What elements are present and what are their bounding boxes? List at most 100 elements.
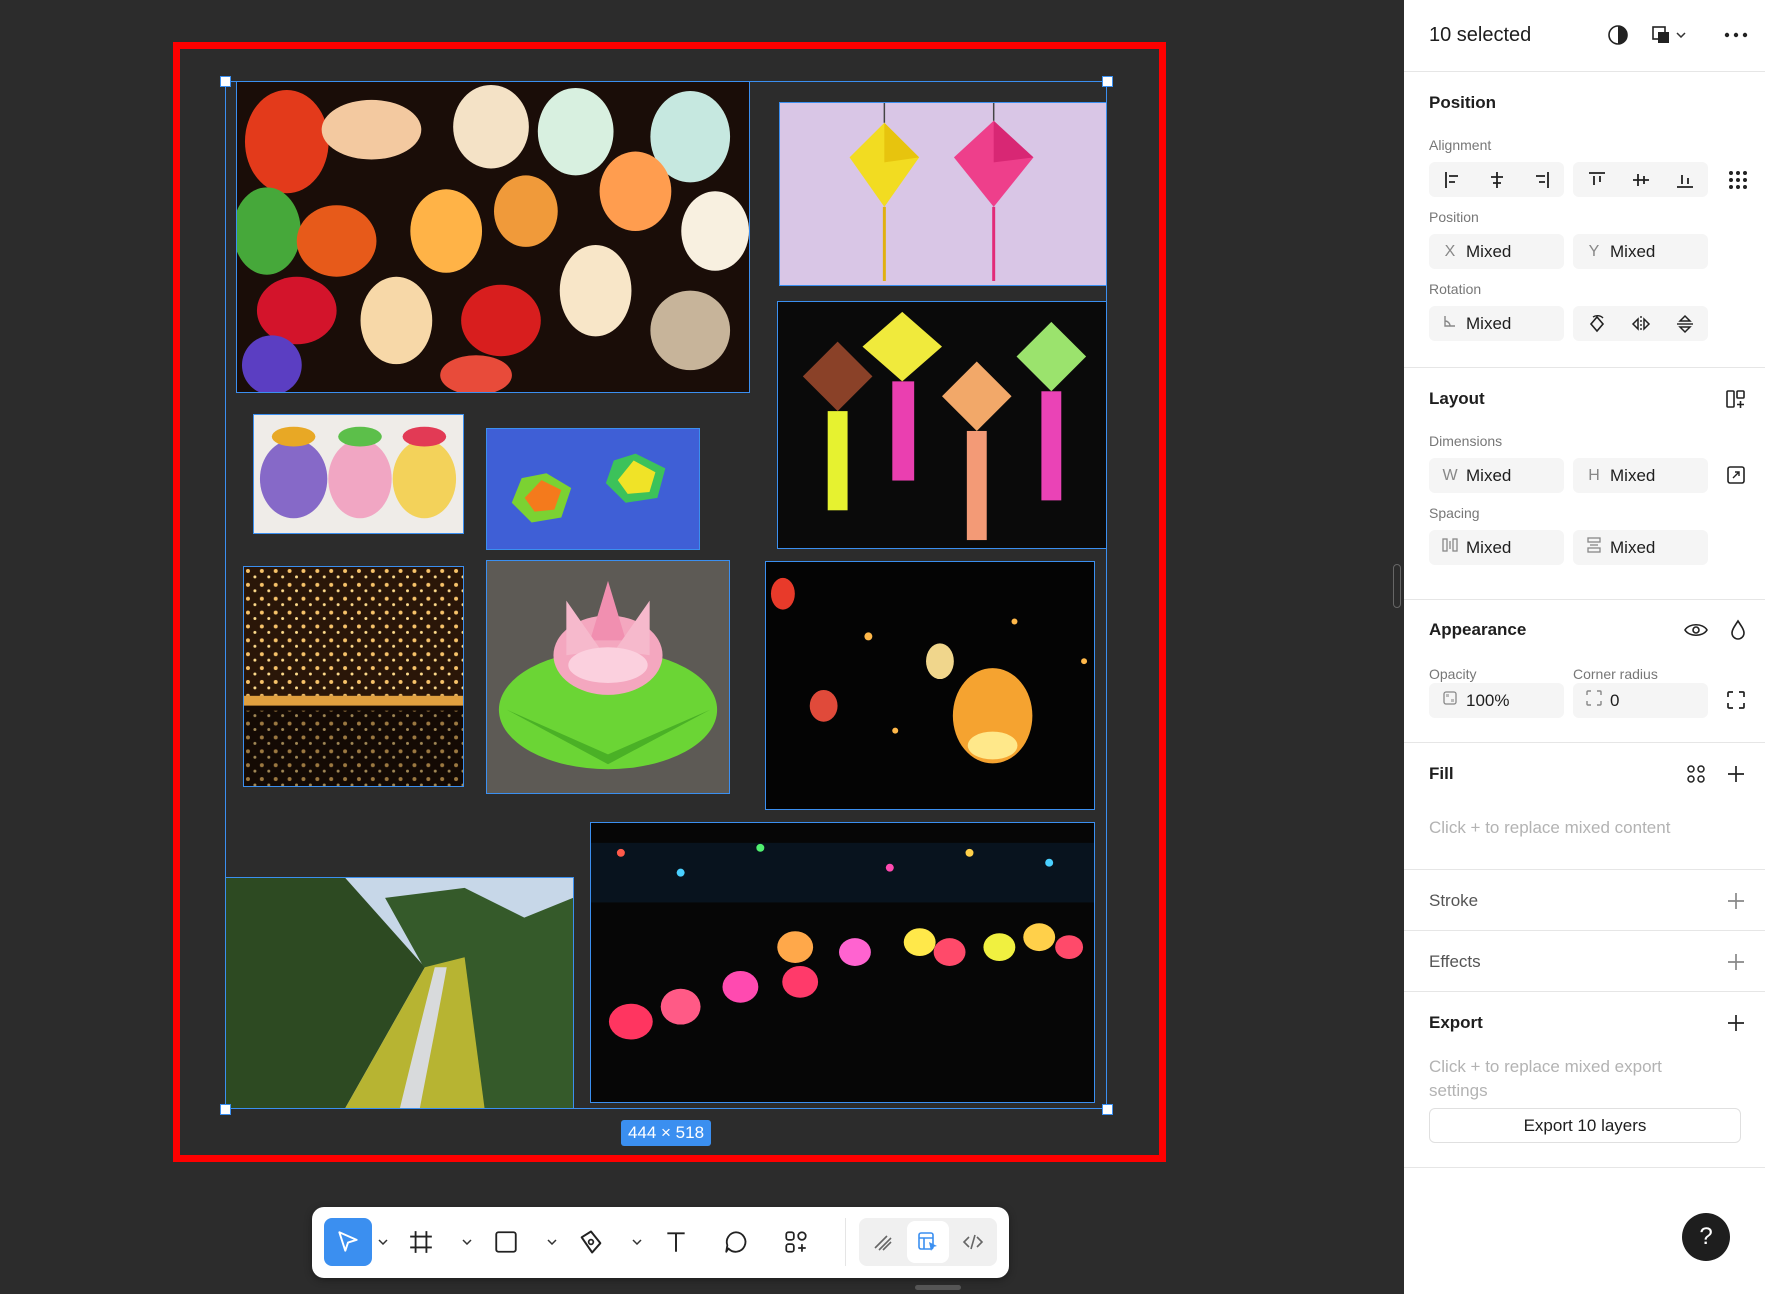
- export-hint-line1: Click + to replace mixed export: [1429, 1057, 1662, 1076]
- frame-tool[interactable]: [397, 1218, 445, 1266]
- help-button[interactable]: ?: [1682, 1213, 1730, 1261]
- add-fill-icon[interactable]: [1722, 760, 1750, 788]
- align-center-vertical-icon[interactable]: [1627, 166, 1655, 194]
- w-prefix: W: [1442, 466, 1458, 484]
- width-field[interactable]: W Mixed: [1429, 458, 1564, 493]
- align-center-horizontal-icon[interactable]: [1483, 166, 1511, 194]
- rotation-field[interactable]: Mixed: [1429, 306, 1564, 341]
- add-effect-icon[interactable]: [1722, 948, 1750, 976]
- opacity-label: Opacity: [1429, 666, 1477, 682]
- y-value: Mixed: [1610, 241, 1656, 261]
- h-prefix: H: [1588, 466, 1600, 484]
- dimensions-label: Dimensions: [1429, 433, 1503, 449]
- corner-radius-icon: [1582, 690, 1606, 711]
- mode-switcher: [859, 1218, 997, 1266]
- align-right-icon[interactable]: [1527, 166, 1555, 194]
- more-options-icon[interactable]: [1722, 21, 1750, 49]
- components-icon: [785, 1231, 807, 1253]
- panel-resize-grip[interactable]: [1393, 564, 1401, 608]
- layout-section-title: Layout: [1429, 389, 1485, 408]
- effects-section: Effects: [1404, 931, 1765, 992]
- rotate-90-icon[interactable]: [1583, 310, 1611, 338]
- resize-handle-top-left[interactable]: [220, 76, 231, 87]
- hash-frame-icon: [410, 1231, 432, 1253]
- shape-tool-dropdown[interactable]: [545, 1218, 559, 1266]
- position-section: Position Alignment Position X Mixed Y Mi…: [1404, 72, 1765, 368]
- corner-radius-value: 0: [1610, 690, 1620, 710]
- appearance-section-title: Appearance: [1429, 620, 1527, 639]
- horizontal-spacing-value: Mixed: [1466, 537, 1512, 557]
- flip-horizontal-icon[interactable]: [1627, 310, 1655, 338]
- flip-vertical-icon[interactable]: [1671, 310, 1699, 338]
- add-export-icon[interactable]: [1722, 1009, 1750, 1037]
- vertical-spacing-icon: [1582, 537, 1606, 558]
- eye-icon[interactable]: [1682, 616, 1710, 644]
- spacing-label: Spacing: [1429, 505, 1480, 521]
- bottom-toolbar: [312, 1207, 1009, 1278]
- selection-size-badge: 444 × 518: [621, 1120, 711, 1146]
- auto-layout-icon[interactable]: [1722, 385, 1750, 413]
- selection-count-title: 10 selected: [1429, 24, 1532, 46]
- layout-section: Layout Dimensions W Mixed H Mixed Spacin…: [1404, 368, 1765, 600]
- corner-radius-field[interactable]: 0: [1573, 683, 1708, 718]
- add-stroke-icon[interactable]: [1722, 887, 1750, 915]
- draw-mode[interactable]: [862, 1221, 904, 1263]
- comment-tool[interactable]: [712, 1218, 760, 1266]
- x-prefix: X: [1444, 242, 1456, 260]
- height-value: Mixed: [1610, 465, 1656, 485]
- height-field[interactable]: H Mixed: [1573, 458, 1708, 493]
- y-position-field[interactable]: Y Mixed: [1573, 234, 1708, 269]
- chevron-down-icon: [378, 1239, 388, 1245]
- chevron-down-icon: [462, 1239, 472, 1245]
- chevron-down-icon[interactable]: [1673, 21, 1689, 49]
- text-icon: [667, 1232, 685, 1252]
- align-top-icon[interactable]: [1583, 166, 1611, 194]
- resize-handle-bottom-right[interactable]: [1102, 1104, 1113, 1115]
- design-mode[interactable]: [907, 1221, 949, 1263]
- resize-handle-bottom-left[interactable]: [220, 1104, 231, 1115]
- contrast-icon[interactable]: [1604, 21, 1632, 49]
- code-icon: [962, 1234, 984, 1250]
- effects-section-title: Effects: [1429, 952, 1481, 971]
- horizontal-align-group: [1429, 162, 1564, 197]
- pen-tool-dropdown[interactable]: [630, 1218, 644, 1266]
- move-tool[interactable]: [324, 1218, 372, 1266]
- fill-section: Fill Click + to replace mixed content: [1404, 743, 1765, 870]
- appearance-section: Appearance Opacity Corner radius 100% 0: [1404, 600, 1765, 743]
- comment-icon: [725, 1231, 747, 1253]
- draw-icon: [874, 1235, 892, 1251]
- dev-mode[interactable]: [952, 1221, 994, 1263]
- alignment-label: Alignment: [1429, 137, 1492, 153]
- styles-grid-icon[interactable]: [1682, 760, 1710, 788]
- align-bottom-icon[interactable]: [1671, 166, 1699, 194]
- fill-hint: Click + to replace mixed content: [1429, 818, 1671, 837]
- stroke-section: Stroke: [1404, 870, 1765, 931]
- design-canvas[interactable]: 444 × 518: [0, 0, 1404, 1294]
- align-left-icon[interactable]: [1439, 166, 1467, 194]
- width-value: Mixed: [1466, 465, 1512, 485]
- opacity-icon: [1438, 691, 1462, 710]
- chevron-down-icon: [632, 1239, 642, 1245]
- frame-tool-dropdown[interactable]: [460, 1218, 474, 1266]
- boolean-ops-icon[interactable]: [1647, 21, 1675, 49]
- text-tool[interactable]: [652, 1218, 700, 1266]
- pen-tool[interactable]: [567, 1218, 615, 1266]
- position-section-title: Position: [1429, 93, 1497, 112]
- resize-handle-top-right[interactable]: [1102, 76, 1113, 87]
- cursor-icon: [338, 1231, 358, 1252]
- position-label: Position: [1429, 209, 1479, 225]
- resize-to-fit-icon[interactable]: [1722, 461, 1750, 489]
- rectangle-icon: [495, 1231, 517, 1253]
- shape-tool[interactable]: [482, 1218, 530, 1266]
- chevron-down-icon: [547, 1239, 557, 1245]
- move-tool-dropdown[interactable]: [376, 1218, 390, 1266]
- horizontal-spacing-field[interactable]: Mixed: [1429, 530, 1564, 565]
- blend-mode-drop-icon[interactable]: [1724, 616, 1752, 644]
- distribute-grid-icon[interactable]: [1724, 166, 1752, 194]
- x-position-field[interactable]: X Mixed: [1429, 234, 1564, 269]
- independent-corners-icon[interactable]: [1722, 686, 1750, 714]
- assets-tool[interactable]: [772, 1218, 820, 1266]
- export-layers-button[interactable]: Export 10 layers: [1429, 1108, 1741, 1143]
- opacity-field[interactable]: 100%: [1429, 683, 1564, 718]
- vertical-spacing-field[interactable]: Mixed: [1573, 530, 1708, 565]
